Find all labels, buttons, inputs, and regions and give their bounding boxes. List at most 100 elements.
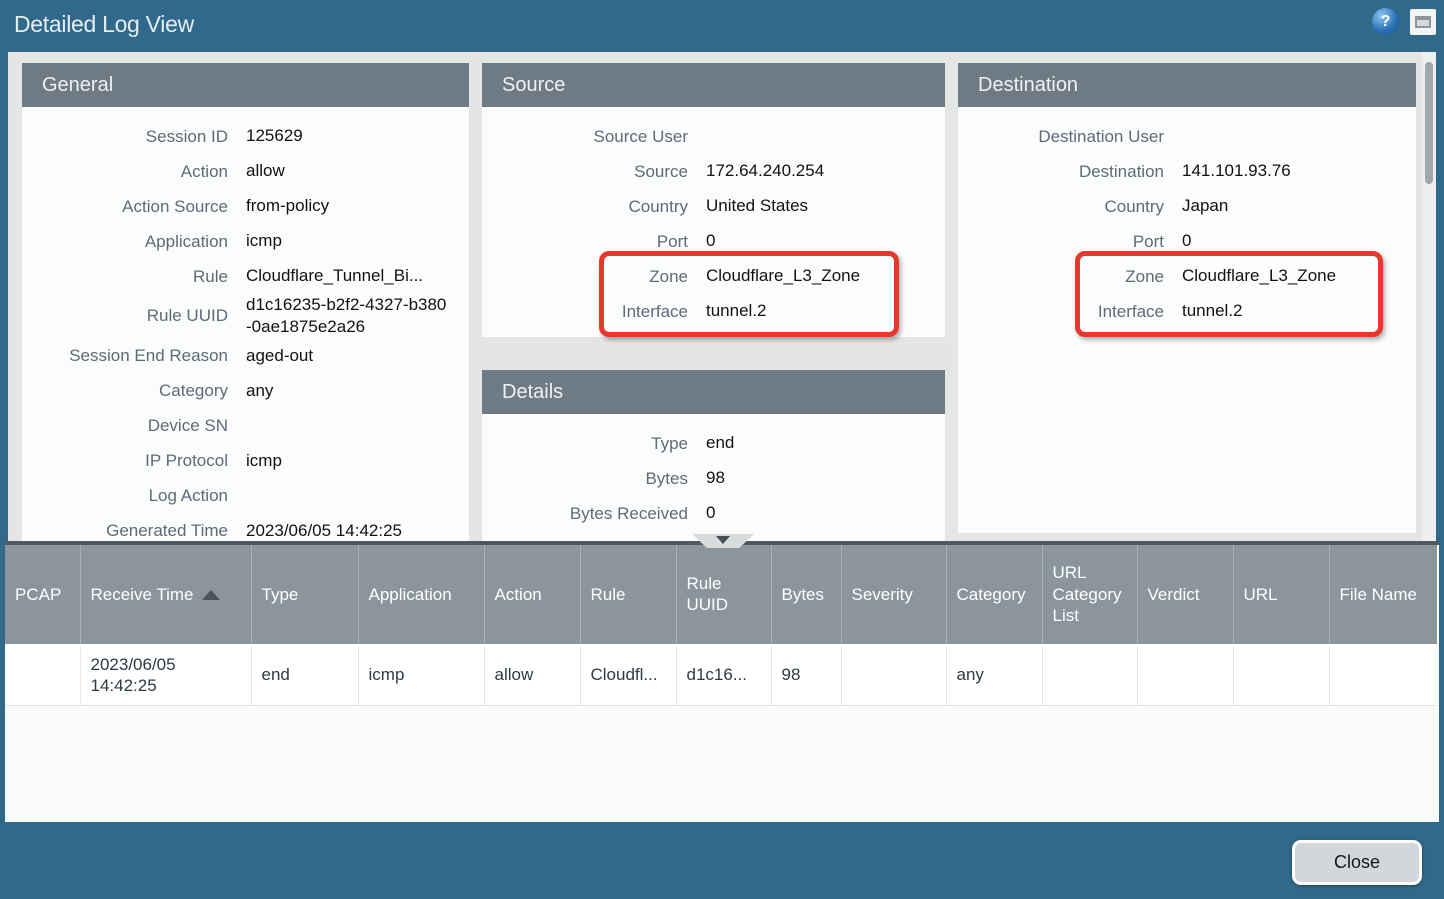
column-header-rule[interactable]: Rule [580,545,676,645]
field-label: Bytes [482,469,688,489]
field-row-bytes-received: Bytes Received 0 [482,496,937,531]
panel-destination-body: Destination User Destination 141.101.93.… [958,107,1416,337]
cell-url [1233,645,1329,705]
log-table-section: PCAP Receive Time Type Application Actio… [5,541,1439,822]
column-header-url[interactable]: URL [1233,545,1329,645]
field-row-category: Category any [22,373,461,408]
field-label: Action [22,162,228,182]
field-row-device-sn: Device SN [22,408,461,443]
cell-bytes: 98 [771,645,841,705]
log-table-row[interactable]: 2023/06/05 14:42:25 end icmp allow Cloud… [5,645,1437,705]
field-value: from-policy [246,195,461,217]
cell-action: allow [484,645,580,705]
field-row-destination-zone: Zone Cloudflare_L3_Zone [958,259,1408,294]
help-icon[interactable]: ? [1372,8,1399,35]
field-row-action-source: Action Source from-policy [22,189,461,224]
log-table: PCAP Receive Time Type Application Actio… [5,545,1437,706]
chevron-down-icon [716,536,730,544]
field-row-source-port: Port 0 [482,224,937,259]
panel-details-body: Type end Bytes 98 Bytes Received 0 [482,414,945,539]
field-label: IP Protocol [22,451,228,471]
field-label: Destination User [958,127,1164,147]
field-value: aged-out [246,345,461,367]
close-button[interactable]: Close [1292,840,1422,885]
field-row-destination-country: Country Japan [958,189,1408,224]
panel-general: General Session ID 125629 Action allow A… [22,63,469,541]
field-value: Cloudflare_L3_Zone [1182,265,1408,287]
field-row-log-action: Log Action [22,478,461,513]
field-label: Zone [958,267,1164,287]
field-label: Bytes Received [482,504,688,524]
field-row-destination: Destination 141.101.93.76 [958,154,1408,189]
cell-verdict [1137,645,1233,705]
field-label: Zone [482,267,688,287]
field-value: 2023/06/05 14:42:25 [246,520,461,541]
dialog-title: Detailed Log View [14,11,194,38]
field-row-destination-port: Port 0 [958,224,1408,259]
field-value: 0 [706,230,937,252]
field-value: d1c16235-b2f2-4327-b380-0ae1875e2a26 [246,294,461,338]
field-value: 0 [706,502,937,524]
field-value: allow [246,160,461,182]
column-header-receive-time[interactable]: Receive Time [80,545,251,645]
field-row-source-country: Country United States [482,189,937,224]
detail-panels-area: General Session ID 125629 Action allow A… [8,52,1436,541]
field-row-destination-interface: Interface tunnel.2 [958,294,1408,329]
field-row-session-end-reason: Session End Reason aged-out [22,338,461,373]
field-row-generated-time: Generated Time 2023/06/05 14:42:25 [22,513,461,541]
cell-file-name [1329,645,1437,705]
column-header-action[interactable]: Action [484,545,580,645]
field-value: tunnel.2 [1182,300,1408,322]
field-row-source-interface: Interface tunnel.2 [482,294,937,329]
field-row-destination-user: Destination User [958,119,1408,154]
log-table-header-row: PCAP Receive Time Type Application Actio… [5,545,1437,645]
column-header-bytes[interactable]: Bytes [771,545,841,645]
cell-receive-time: 2023/06/05 14:42:25 [80,645,251,705]
field-label: Interface [958,302,1164,322]
cell-rule: Cloudfl... [580,645,676,705]
field-row-rule-uuid: Rule UUID d1c16235-b2f2-4327-b380-0ae187… [22,294,461,338]
panel-destination-title: Destination [958,63,1416,107]
field-row-source: Source 172.64.240.254 [482,154,937,189]
field-label: Session End Reason [22,346,228,366]
field-label: Rule [22,267,228,287]
cell-pcap [5,645,80,705]
cell-url-category-list [1042,645,1137,705]
vertical-scrollbar-thumb[interactable] [1425,62,1433,184]
field-row-type: Type end [482,426,937,461]
column-header-verdict[interactable]: Verdict [1137,545,1233,645]
field-value: Cloudflare_Tunnel_Bi... [246,265,461,287]
field-label: Port [958,232,1164,252]
field-label: Type [482,434,688,454]
field-value: icmp [246,230,461,252]
panel-general-body: Session ID 125629 Action allow Action So… [22,107,469,541]
field-label: Port [482,232,688,252]
field-value: 98 [706,467,937,489]
field-label: Generated Time [22,521,228,541]
column-header-type[interactable]: Type [251,545,358,645]
window-glyph [1415,16,1431,28]
column-header-file-name[interactable]: File Name [1329,545,1437,645]
field-label: Category [22,381,228,401]
panel-destination: Destination Destination User Destination… [958,63,1416,533]
field-value: 172.64.240.254 [706,160,937,182]
field-value: any [246,380,461,402]
column-header-pcap[interactable]: PCAP [5,545,80,645]
panel-source-body: Source User Source 172.64.240.254 Countr… [482,107,945,337]
column-header-rule-uuid[interactable]: Rule UUID [676,545,771,645]
field-label: Interface [482,302,688,322]
field-row-rule: Rule Cloudflare_Tunnel_Bi... [22,259,461,294]
column-header-severity[interactable]: Severity [841,545,946,645]
field-label: Log Action [22,486,228,506]
field-label: Application [22,232,228,252]
column-header-url-category-list[interactable]: URL Category List [1042,545,1137,645]
window-restore-icon[interactable] [1410,9,1436,35]
column-header-application[interactable]: Application [358,545,484,645]
field-row-ip-protocol: IP Protocol icmp [22,443,461,478]
column-header-category[interactable]: Category [946,545,1042,645]
panel-source: Source Source User Source 172.64.240.254… [482,63,945,337]
vertical-scrollbar-track[interactable] [1422,52,1436,541]
field-label: Device SN [22,416,228,436]
cell-application: icmp [358,645,484,705]
cell-severity [841,645,946,705]
